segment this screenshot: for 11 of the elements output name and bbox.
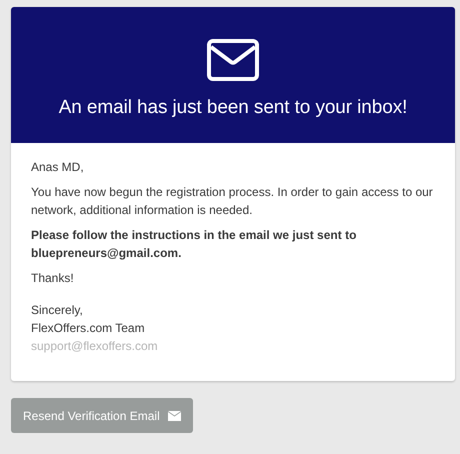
envelope-icon: [207, 39, 259, 81]
greeting-text: Anas MD,: [31, 159, 85, 176]
closing-text: Sincerely,: [31, 302, 83, 319]
support-email-link[interactable]: support@flexoffers.com: [31, 337, 158, 355]
thanks-text: Thanks!: [31, 270, 75, 287]
intro-text: You have now begun the registration process. In order to gain access to our network, additional information is needed.: [31, 184, 434, 219]
envelope-icon: [168, 410, 181, 420]
resend-verification-button[interactable]: Resend Verification Email: [11, 398, 193, 433]
signature-text: FlexOffers.com Team: [31, 320, 145, 337]
instruction-text: Please follow the instructions in the email we just sent to bluepreneurs@gmail.com.: [31, 227, 358, 262]
header-title: An email has just been sent to your inbox!: [58, 97, 408, 119]
